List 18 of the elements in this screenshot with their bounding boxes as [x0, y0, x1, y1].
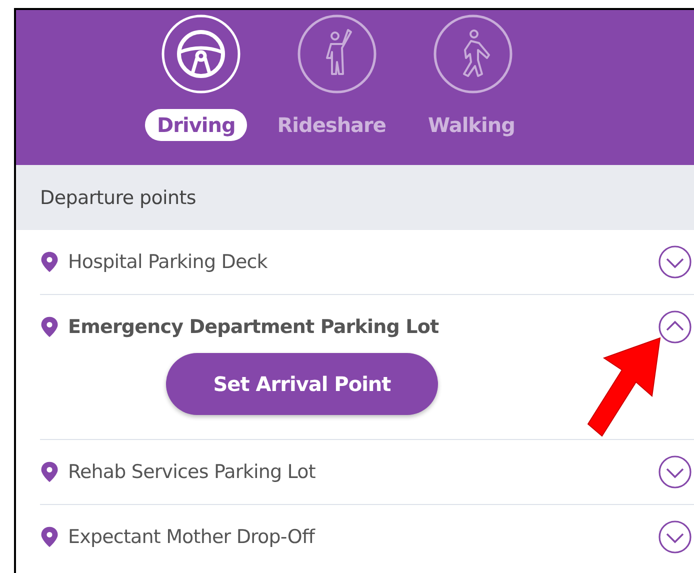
waving-person-icon[interactable]: [297, 14, 377, 94]
set-arrival-button[interactable]: Set Arrival Point: [166, 353, 438, 415]
location-name[interactable]: Emergency Department Parking Lot: [68, 316, 658, 338]
location-name[interactable]: Expectant Mother Drop-Off: [68, 526, 658, 548]
expand-icon[interactable]: [658, 455, 692, 489]
collapse-icon[interactable]: [658, 310, 692, 344]
section-title: Departure points: [40, 186, 196, 208]
location-name[interactable]: Rehab Services Parking Lot: [68, 461, 658, 483]
map-pin-icon: [40, 526, 59, 548]
map-pin-icon: [40, 251, 59, 273]
map-pin-icon: [40, 461, 59, 483]
map-pin-icon: [40, 316, 59, 338]
expand-icon[interactable]: [658, 520, 692, 554]
mode-tab[interactable]: Driving: [145, 109, 248, 141]
steering-wheel-icon[interactable]: [161, 14, 241, 94]
expand-icon[interactable]: [658, 245, 692, 279]
location-name[interactable]: Hospital Parking Deck: [68, 251, 658, 273]
walking-person-icon[interactable]: [433, 14, 513, 94]
